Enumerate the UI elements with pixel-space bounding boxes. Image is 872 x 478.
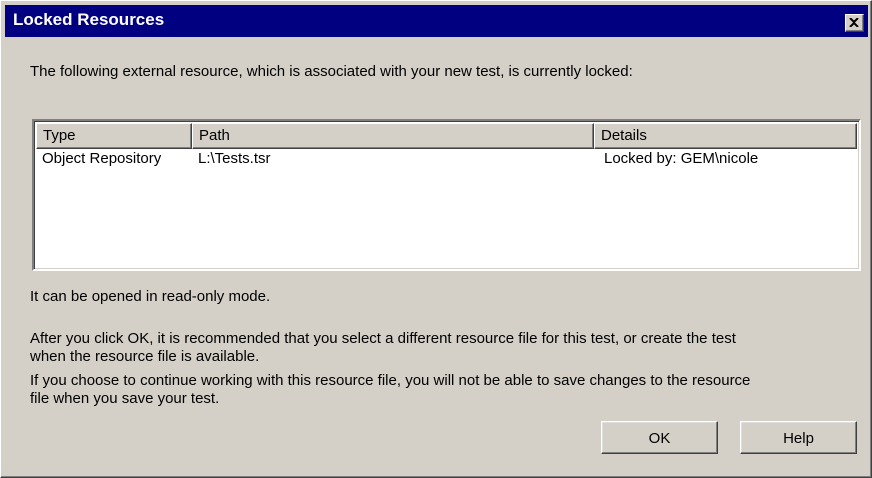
list-header: Type Path Details [36, 123, 857, 149]
cell-details: Locked by: GEM\nicole [604, 150, 759, 167]
readonly-note: It can be opened in read-only mode. [30, 288, 271, 305]
close-icon [849, 18, 859, 27]
dialog-title: Locked Resources [13, 10, 165, 29]
intro-message: The following external resource, which i… [30, 63, 633, 80]
cell-type: Object Repository [42, 150, 162, 167]
ok-button[interactable]: OK [601, 421, 718, 454]
warning-line-1: If you choose to continue working with t… [30, 372, 751, 389]
column-header-type[interactable]: Type [36, 123, 192, 149]
column-header-details[interactable]: Details [594, 123, 857, 149]
list-item[interactable]: Object Repository L:\Tests.tsr Locked by… [36, 150, 857, 172]
help-button[interactable]: Help [740, 421, 857, 454]
column-header-label: Details [601, 127, 647, 144]
column-header-path[interactable]: Path [192, 123, 594, 149]
recommendation-line-1: After you click OK, it is recommended th… [30, 330, 736, 347]
recommendation-line-2: when the resource file is available. [30, 348, 260, 365]
title-bar[interactable]: Locked Resources [5, 5, 868, 37]
column-header-label: Type [43, 127, 76, 144]
close-button[interactable] [845, 14, 864, 32]
locked-resources-list[interactable]: Type Path Details Object Repository L:\T… [32, 119, 861, 271]
cell-path: L:\Tests.tsr [198, 150, 271, 167]
warning-line-2: file when you save your test. [30, 390, 220, 407]
locked-resources-dialog: Locked Resources The following external … [0, 0, 872, 478]
column-header-label: Path [199, 127, 230, 144]
